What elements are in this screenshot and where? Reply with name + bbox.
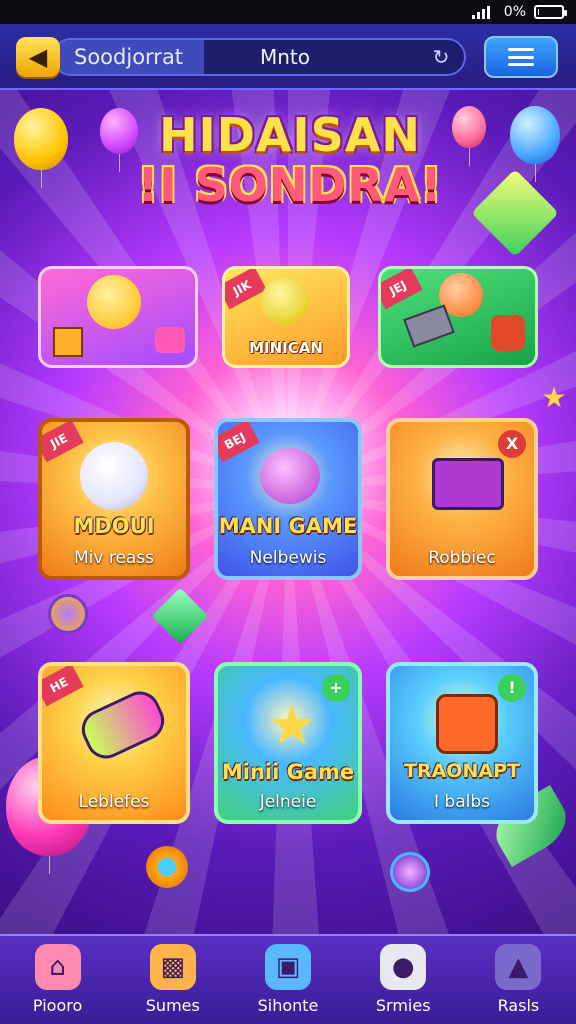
close-icon[interactable]: X <box>498 430 526 458</box>
star-fish-icon: ★ <box>266 693 318 758</box>
balloon-blue <box>510 106 560 182</box>
game-card-2[interactable]: BEJ MANI GAME Nelbewis <box>214 418 362 580</box>
character-icon <box>261 277 309 325</box>
star-icon: ★ <box>541 381 567 414</box>
card-title: TRAONAPT <box>404 760 520 782</box>
nav-label: Srmies <box>375 996 431 1015</box>
battery-text: 0% <box>503 4 526 20</box>
card-title: MANI GAME <box>218 514 358 538</box>
signal-icon <box>471 5 496 19</box>
card-badge: HE <box>42 666 84 707</box>
nav-item-games[interactable]: ▩ Sumes <box>115 936 230 1024</box>
nav-label: Piooro <box>32 996 83 1015</box>
nav-label: Rasls <box>497 996 540 1015</box>
card-subtitle: Jelneie <box>259 792 317 812</box>
featured-card-2[interactable]: JIK MINICAN <box>222 266 350 368</box>
nav-item-ball[interactable]: ● Srmies <box>346 936 461 1024</box>
featured-card-3[interactable]: JEJ <box>378 266 538 368</box>
top-bar: Soodjorrat Mnto ↻ ◀ <box>0 24 576 90</box>
laptop-icon <box>432 458 504 510</box>
card-subtitle: Leblefes <box>78 792 150 812</box>
gem-green-icon <box>471 169 559 257</box>
plus-icon[interactable]: + <box>322 674 350 702</box>
game-card-1[interactable]: JIE MDOUI Miv reass <box>38 418 190 580</box>
game-title: HIDAISAN !I SONDRA! <box>130 110 450 210</box>
card-label: MINICAN <box>249 339 323 357</box>
character-icon <box>87 275 141 329</box>
game-card-3[interactable]: X Robbiec <box>386 418 538 580</box>
gadget-icon <box>155 327 185 353</box>
title-line-2: !I SONDRA! <box>137 158 443 212</box>
ball-icon: ● <box>380 944 427 990</box>
coin-icon <box>146 846 188 888</box>
card-title: MDOUI <box>73 514 155 538</box>
ghost-icon: ▲ <box>495 944 542 990</box>
nav-item-profile[interactable]: ▲ Rasls <box>461 936 576 1024</box>
nav-item-home[interactable]: ⌂ Piooro <box>0 936 115 1024</box>
backpack-icon <box>436 694 498 754</box>
console-icon <box>403 304 455 348</box>
menu-icon <box>508 48 534 66</box>
balloon-yellow <box>14 108 68 188</box>
balloon-pink <box>452 106 486 166</box>
nav-label: Sumes <box>145 996 200 1015</box>
nav-label: Sihonte <box>257 996 319 1015</box>
box-icon <box>53 327 83 357</box>
search-bar[interactable]: Soodjorrat Mnto ↻ <box>52 38 466 76</box>
back-button[interactable]: ◀ <box>16 37 60 77</box>
game-card-6[interactable]: ! TRAONAPT I balbs <box>386 662 538 824</box>
card-subtitle: Miv reass <box>73 548 155 568</box>
house-icon: ⌂ <box>34 944 81 990</box>
card-badge: JIE <box>42 422 84 463</box>
game-card-4[interactable]: HE Leblefes <box>38 662 190 824</box>
gem-green-small-icon <box>151 587 209 645</box>
battery-icon <box>534 5 567 19</box>
game-card-5[interactable]: + ★ Minii Game Jelneie <box>214 662 362 824</box>
back-arrow-icon: ◀ <box>28 43 48 71</box>
tv-icon: ▣ <box>265 944 311 990</box>
card-subtitle: I balbs <box>434 792 490 812</box>
alert-icon[interactable]: ! <box>498 674 526 702</box>
nav-item-tv[interactable]: ▣ Sihonte <box>230 936 345 1024</box>
character-icon <box>80 442 148 510</box>
title-line-1: HIDAISAN <box>159 108 421 162</box>
shield-badge-icon <box>48 594 88 634</box>
card-title: Minii Game <box>221 760 355 784</box>
orb-icon <box>390 852 430 892</box>
shell-icon <box>260 448 320 504</box>
featured-card-1[interactable] <box>38 266 198 368</box>
card-badge: JEJ <box>381 269 423 310</box>
search-left-label: Soodjorrat <box>54 40 204 74</box>
rocket-icon <box>75 685 171 765</box>
card-badge: BEJ <box>218 422 260 463</box>
card-subtitle: Robbiec <box>428 548 496 568</box>
refresh-icon[interactable]: ↻ <box>430 46 452 68</box>
game-box-icon: ▩ <box>149 944 196 990</box>
menu-button[interactable] <box>484 36 558 78</box>
card-subtitle: Nelbewis <box>249 548 327 568</box>
status-bar: 0% <box>0 0 576 24</box>
bottom-nav: ⌂ Piooro ▩ Sumes ▣ Sihonte ● Srmies ▲ Ra… <box>0 934 576 1024</box>
search-center-label: Mnto <box>260 45 311 69</box>
bag-icon <box>491 315 525 351</box>
card-badge: JIK <box>225 269 267 310</box>
